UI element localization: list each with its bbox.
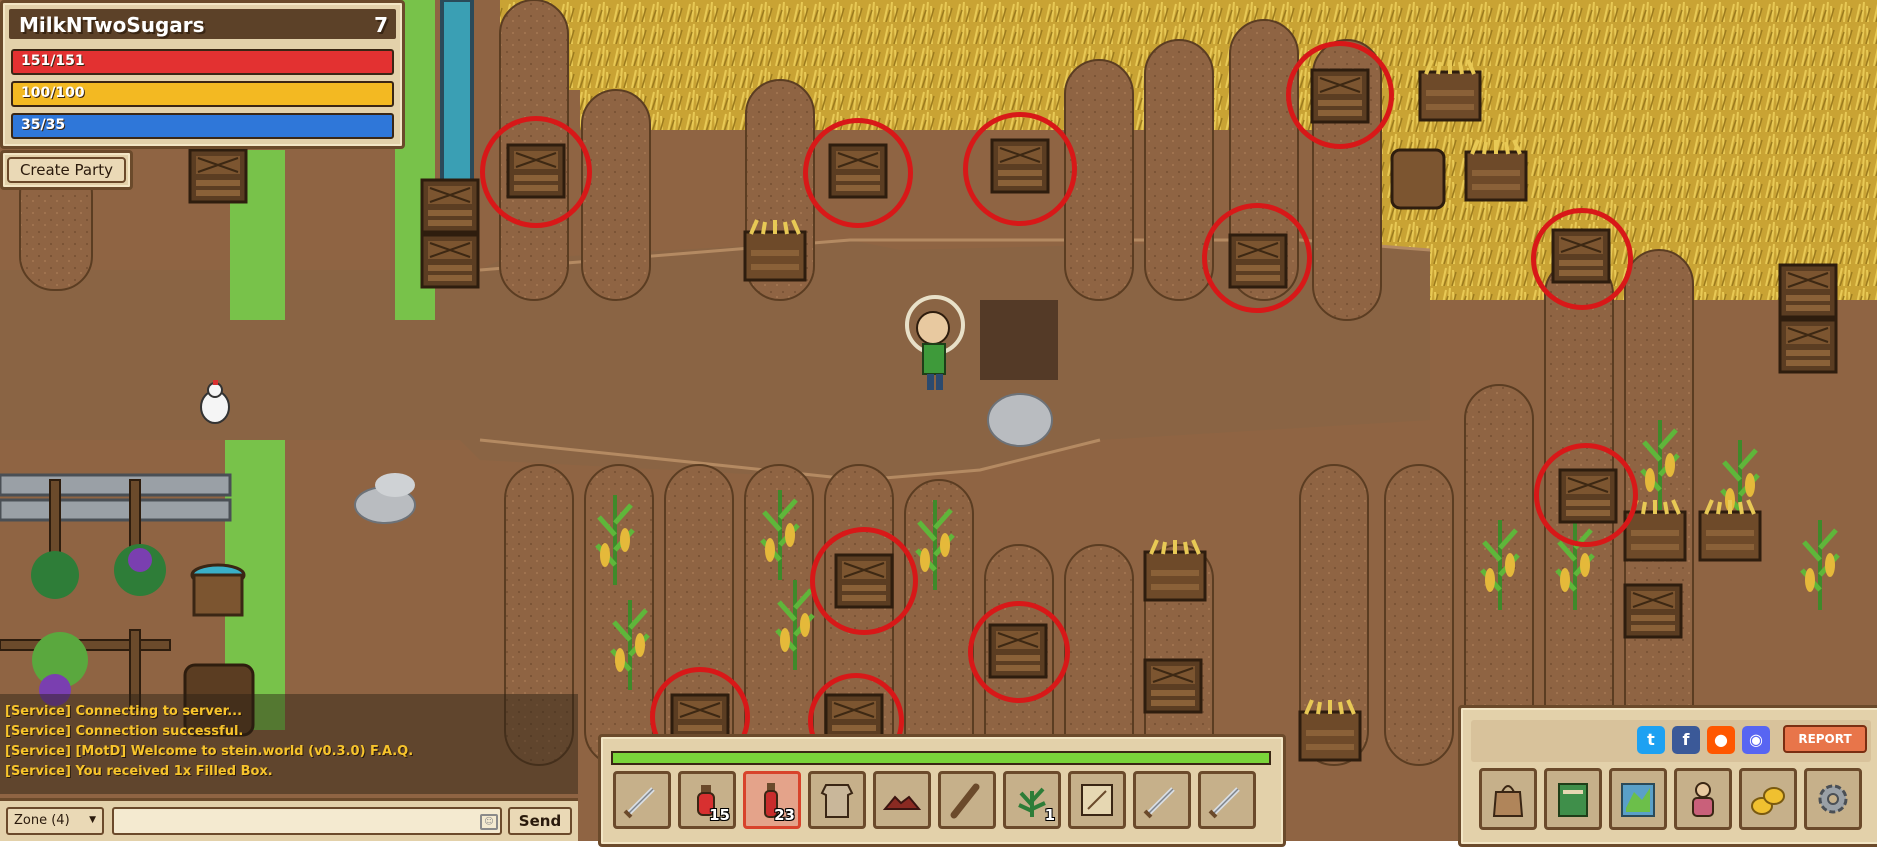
hotbar-slot-10[interactable]	[1198, 771, 1256, 829]
emoji-icon[interactable]: ☺	[480, 814, 498, 830]
slot-quantity: 23	[774, 806, 795, 824]
hotbar-slot-7[interactable]: 1	[1003, 771, 1061, 829]
sword-icon	[1208, 787, 1240, 819]
chat-log[interactable]: [Service] Connecting to server... [Servi…	[0, 694, 578, 794]
chat-zone-select[interactable]: Zone (4) ▼	[6, 807, 104, 835]
highlight-ring	[480, 116, 592, 228]
chat-line: [Service] You received 1x Filled Box.	[5, 764, 273, 779]
chat-input[interactable]: ☺	[112, 807, 502, 835]
player-level: 7	[374, 13, 388, 37]
health-bar: 151/151	[11, 49, 394, 75]
experience-fill	[613, 753, 1269, 763]
quest-book-icon	[1558, 783, 1588, 817]
chat-zone-label: Zone (4)	[14, 813, 70, 828]
mana-value: 35/35	[21, 117, 66, 133]
hotbar-slot-8[interactable]	[1068, 771, 1126, 829]
energy-value: 100/100	[21, 85, 85, 101]
gold-button[interactable]	[1739, 768, 1797, 830]
boots-icon	[882, 795, 922, 810]
send-button[interactable]: Send	[508, 807, 572, 835]
inventory-bag-icon	[1492, 785, 1524, 817]
character-icon	[1692, 782, 1714, 817]
energy-bar: 100/100	[11, 81, 394, 107]
highlight-ring	[1531, 208, 1633, 310]
hotbar-slot-9[interactable]	[1133, 771, 1191, 829]
report-button[interactable]: REPORT	[1783, 725, 1867, 753]
slot-quantity: 15	[709, 806, 730, 824]
chat-line: [Service] Connecting to server...	[5, 704, 243, 719]
character-button[interactable]	[1674, 768, 1732, 830]
world-map-icon	[1621, 783, 1655, 817]
gold-coins-icon	[1751, 787, 1785, 815]
create-party-button[interactable]: Create Party	[7, 157, 126, 183]
highlight-ring	[1534, 443, 1638, 547]
highlight-ring	[1286, 41, 1394, 149]
sword-icon	[1143, 787, 1175, 819]
hotbar-slot-5[interactable]	[873, 771, 931, 829]
club-icon	[950, 783, 980, 819]
chat-line: [Service] Connection successful.	[5, 724, 244, 739]
reddit-icon[interactable]: ●	[1707, 726, 1735, 754]
player-name: MilkNTwoSugars	[19, 13, 205, 37]
sword-icon	[623, 787, 655, 819]
highlight-ring	[968, 601, 1070, 703]
discord-icon[interactable]: ◉	[1742, 726, 1770, 754]
hotbar: 15 23 1	[598, 734, 1286, 847]
highlight-ring	[963, 112, 1077, 226]
hotbar-slot-6[interactable]	[938, 771, 996, 829]
highlight-ring	[803, 118, 913, 228]
mana-bar: 35/35	[11, 113, 394, 139]
game-menu-panel: t f ● ◉ REPORT	[1458, 705, 1877, 847]
party-panel: Create Party	[0, 150, 133, 190]
highlight-ring	[1202, 203, 1312, 313]
world-map-button[interactable]	[1609, 768, 1667, 830]
settings-button[interactable]	[1804, 768, 1862, 830]
settings-gear-icon	[1818, 784, 1848, 814]
chat-line[interactable]: [Service] [MotD] Welcome to stein.world …	[5, 744, 413, 759]
hotbar-slot-1[interactable]	[613, 771, 671, 829]
highlight-ring	[810, 527, 918, 635]
slot-quantity: 1	[1044, 806, 1055, 824]
health-value: 151/151	[21, 53, 85, 69]
player-status-panel: MilkNTwoSugars 7 151/151 100/100 35/35	[0, 0, 405, 149]
quest-log-button[interactable]	[1544, 768, 1602, 830]
map-scroll-icon	[1081, 784, 1113, 816]
experience-bar	[611, 751, 1271, 765]
facebook-icon[interactable]: f	[1672, 726, 1700, 754]
chevron-down-icon: ▼	[89, 815, 96, 825]
hotbar-slot-3[interactable]: 23	[743, 771, 801, 829]
inventory-button[interactable]	[1479, 768, 1537, 830]
hotbar-slot-2[interactable]: 15	[678, 771, 736, 829]
tunic-icon	[820, 784, 854, 818]
twitter-icon[interactable]: t	[1637, 726, 1665, 754]
hotbar-slot-4[interactable]	[808, 771, 866, 829]
chat-input-bar: Zone (4) ▼ ☺ Send	[0, 798, 578, 841]
